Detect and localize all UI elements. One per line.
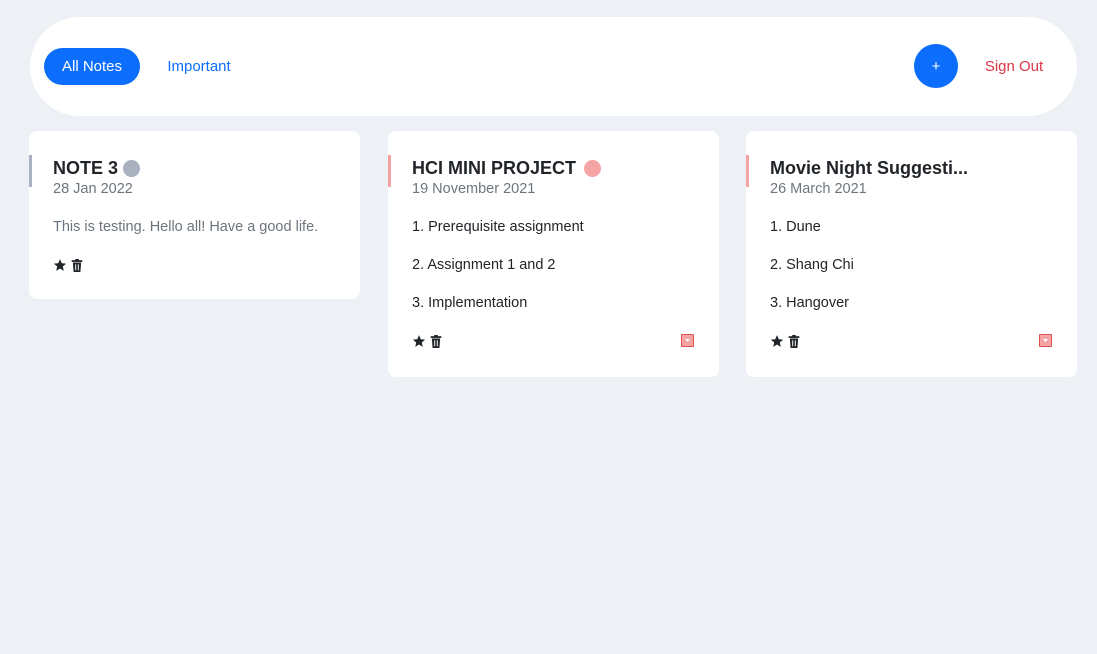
note-line: 3. Hangover — [770, 295, 849, 311]
note-card[interactable]: NOTE 3 28 Jan 2022 This is testing. Hell… — [29, 131, 360, 299]
all-notes-tab[interactable]: All Notes — [44, 48, 140, 85]
note-line: 2. Assignment 1 and 2 — [412, 257, 556, 273]
tag-dot — [123, 159, 141, 177]
trash-icon[interactable] — [430, 334, 442, 348]
note-accent-bar — [388, 155, 391, 187]
trash-icon[interactable] — [788, 334, 800, 348]
note-title: HCI MINI PROJECT — [412, 157, 577, 178]
plus-icon: + — [931, 57, 941, 75]
note-actions — [412, 334, 442, 348]
star-icon[interactable] — [770, 334, 784, 348]
note-body: This is testing. Hello all! Have a good … — [53, 219, 319, 235]
add-note-button[interactable]: + — [914, 44, 958, 88]
sign-out-link[interactable]: Sign Out — [974, 55, 1054, 77]
top-nav-bar: All Notes Important + Sign Out — [30, 17, 1077, 116]
note-date: 19 November 2021 — [412, 181, 536, 197]
note-title: Movie Night Suggesti... — [770, 157, 969, 178]
note-line: 2. Shang Chi — [770, 257, 854, 273]
note-actions — [770, 334, 800, 348]
expand-icon[interactable] — [1039, 334, 1052, 347]
trash-icon[interactable] — [71, 258, 83, 272]
star-icon[interactable] — [412, 334, 426, 348]
tag-dot — [584, 159, 602, 177]
note-accent-bar — [29, 155, 32, 187]
note-card[interactable]: Movie Night Suggesti... 26 March 2021 1.… — [746, 131, 1077, 377]
star-icon[interactable] — [53, 258, 67, 272]
important-tab[interactable]: Important — [156, 48, 242, 85]
note-line: 3. Implementation — [412, 295, 528, 311]
note-date: 28 Jan 2022 — [53, 181, 133, 197]
note-card[interactable]: HCI MINI PROJECT 19 November 2021 1. Pre… — [388, 131, 719, 377]
note-line: 1. Prerequisite assignment — [412, 219, 584, 235]
note-accent-bar — [746, 155, 749, 187]
note-title: NOTE 3 — [53, 157, 119, 178]
note-date: 26 March 2021 — [770, 181, 867, 197]
expand-icon[interactable] — [681, 334, 694, 347]
note-actions — [53, 258, 83, 272]
note-line: 1. Dune — [770, 219, 821, 235]
